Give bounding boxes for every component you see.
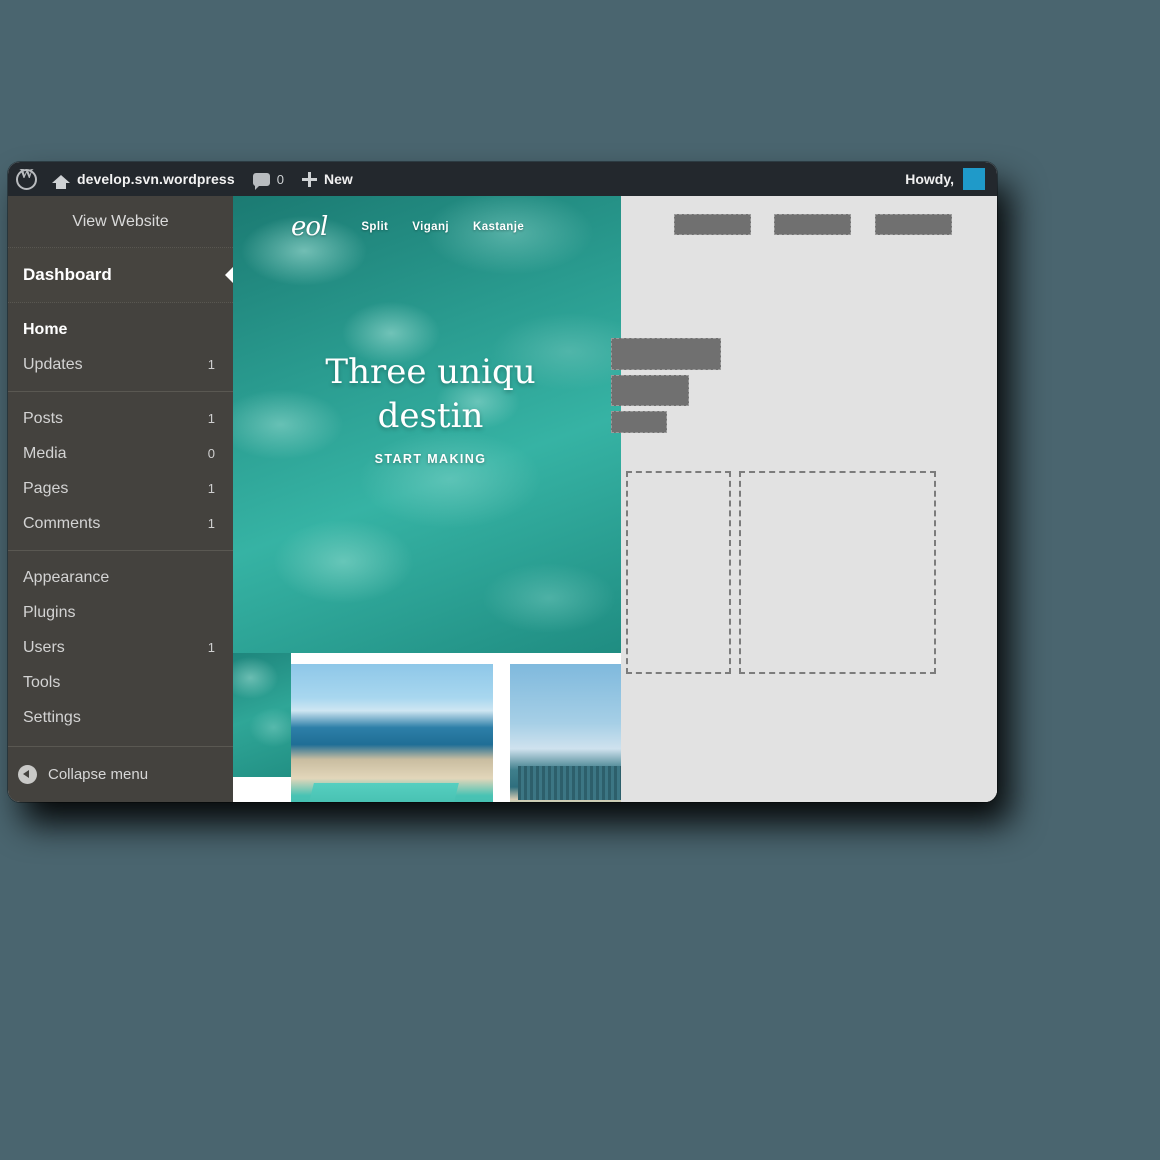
wordpress-logo-icon (16, 167, 37, 190)
sidebar-item-count: 0 (207, 446, 215, 461)
hero-title-line-2: destin (377, 395, 484, 436)
sidebar-item-count: 1 (207, 640, 215, 655)
hero-cta-label[interactable]: START MAKING (233, 452, 628, 466)
nav-link-kastanje[interactable]: Kastanje (473, 221, 524, 233)
plus-icon (301, 171, 317, 187)
sidebar-item-label: Appearance (23, 568, 110, 586)
sidebar-item-count: 1 (207, 411, 215, 426)
howdy-label: Howdy, (905, 171, 954, 187)
view-website-label: View Website (72, 212, 169, 230)
hero-placeholder-2 (611, 375, 689, 406)
sidebar-item-label: Comments (23, 514, 101, 532)
wp-admin-bar: develop.svn.wordpress 0 New Howdy, (8, 162, 997, 196)
sidebar-item-label: Posts (23, 409, 64, 427)
wordpress-logo-menu[interactable] (8, 162, 43, 196)
sidebar-item-label: Users (23, 638, 65, 656)
home-icon (52, 175, 70, 189)
sidebar-group-0: Home Updates 1 (8, 303, 233, 391)
sidebar-item-plugins[interactable]: Plugins (8, 595, 233, 630)
new-label: New (323, 171, 353, 187)
sidebar-item-label: Home (23, 320, 68, 338)
site-name-label: develop.svn.wordpress (77, 171, 235, 187)
nav-link-viganj[interactable]: Viganj (412, 221, 449, 233)
new-content-menu[interactable]: New (293, 162, 362, 196)
sidebar-item-dashboard[interactable]: Dashboard (8, 248, 233, 303)
collapse-menu-label: Collapse menu (48, 766, 149, 783)
comment-bubble-icon (252, 172, 270, 190)
hero-title: Three uniqu destin (233, 351, 628, 438)
pool-seaside-photo (291, 664, 493, 802)
site-logo[interactable]: eol (291, 212, 328, 242)
sidebar-item-label: Tools (23, 673, 61, 691)
sidebar-item-posts[interactable]: Posts 1 (8, 401, 233, 436)
sidebar-item-appearance[interactable]: Appearance (8, 560, 233, 595)
sidebar-dashboard-label: Dashboard (23, 265, 112, 284)
sidebar-item-tools[interactable]: Tools (8, 665, 233, 700)
browser-window: develop.svn.wordpress 0 New Howdy, View … (8, 162, 997, 802)
nav-placeholder-3 (875, 214, 952, 235)
collapse-menu-button[interactable]: Collapse menu (8, 746, 233, 802)
sidebar-item-updates[interactable]: Updates 1 (8, 347, 233, 382)
skeleton-overlay-panel (611, 196, 997, 802)
sidebar-group-2: Appearance Plugins Users 1 Tools Settings (8, 550, 233, 744)
sidebar-item-label: Pages (23, 479, 69, 497)
comments-count: 0 (276, 171, 284, 187)
view-website-button[interactable]: View Website (8, 196, 233, 248)
admin-bar-right-group: Howdy, (905, 168, 997, 190)
nav-placeholder-1 (674, 214, 751, 235)
avatar[interactable] (963, 168, 985, 190)
sidebar-item-count: 1 (207, 516, 215, 531)
sidebar-item-users[interactable]: Users 1 (8, 630, 233, 665)
content-frame-outer (626, 471, 731, 674)
destination-card[interactable]: Split URBAN MEDITERRANEAN GETAWAY (291, 664, 493, 802)
sidebar-item-home[interactable]: Home (8, 312, 233, 347)
sidebar-item-comments[interactable]: Comments 1 (8, 506, 233, 541)
sidebar-group-1: Posts 1 Media 0 Pages 1 Comments 1 (8, 391, 233, 550)
collapse-arrow-icon (18, 765, 37, 784)
sidebar-item-label: Plugins (23, 603, 76, 621)
sidebar-item-count: 1 (207, 481, 215, 496)
sidebar-item-label: Updates (23, 355, 83, 373)
sidebar-item-label: Media (23, 444, 67, 462)
sidebar-item-media[interactable]: Media 0 (8, 436, 233, 471)
hero-copy: Three uniqu destin START MAKING (233, 351, 628, 466)
content-frame-inner (739, 471, 936, 674)
hero-placeholder-1 (611, 338, 721, 370)
site-name-menu[interactable]: develop.svn.wordpress (43, 162, 244, 196)
sidebar-menu: Home Updates 1 Posts 1 Media 0 Pages 1 Comments 1 A… (8, 303, 233, 744)
hero-image-sliver (233, 653, 291, 777)
sidebar-item-settings[interactable]: Settings (8, 700, 233, 735)
nav-link-split[interactable]: Split (361, 221, 388, 233)
hero-title-line-1: Three uniqu (325, 352, 536, 392)
comments-menu[interactable]: 0 (244, 162, 293, 196)
nav-placeholder-2 (774, 214, 851, 235)
sidebar-item-count: 1 (207, 357, 215, 372)
admin-sidebar: View Website Dashboard Home Updates 1 Posts… (8, 196, 233, 802)
hero-placeholder-3 (611, 411, 667, 433)
sidebar-item-pages[interactable]: Pages 1 (8, 471, 233, 506)
site-navigation: eol Split Viganj Kastanje (233, 196, 628, 258)
sidebar-item-label: Settings (23, 708, 81, 726)
